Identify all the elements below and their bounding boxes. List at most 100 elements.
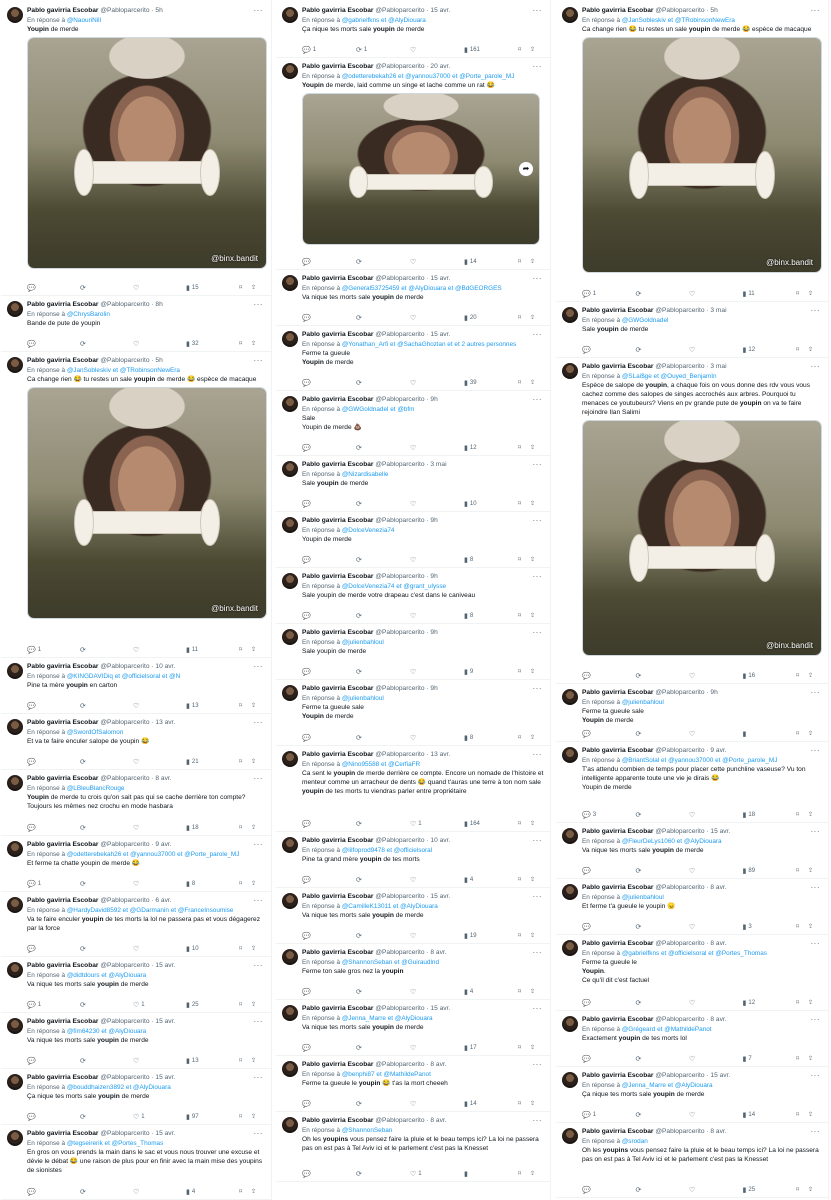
tweet[interactable]: Pablo gavirria Escobar @Pabloparcerito ·… [556,1011,828,1067]
views-button[interactable]: ▮ 19 [464,932,518,940]
tweet-date[interactable]: 5h [155,7,162,14]
views-button[interactable]: ▮ 20 [464,314,518,322]
author-name[interactable]: Pablo gavirria Escobar [27,357,98,364]
mention-link[interactable]: @LBleuBlancRouge [67,785,125,792]
avatar[interactable] [7,962,23,978]
author-name[interactable]: Pablo gavirria Escobar [582,1128,653,1135]
share-icon[interactable]: ⇪ [530,932,542,939]
author-handle[interactable]: @Pabloparcerito [375,7,424,14]
views-button[interactable]: ▮ 4 [464,876,518,884]
share-icon[interactable]: ➦ [519,162,533,176]
reply-button[interactable]: 💬 1 [27,646,80,654]
like-button[interactable]: ♡ [133,758,186,766]
reply-button[interactable]: 💬 3 [582,811,636,819]
views-button[interactable]: ▮ 7 [743,1055,797,1063]
views-button[interactable]: ▮ 9 [464,668,518,676]
bookmark-icon[interactable]: ⌑ [518,820,530,827]
author-handle[interactable]: @Pabloparcerito [655,828,704,835]
tweet-date[interactable]: 9h [430,573,437,580]
like-button[interactable]: ♡ 1 [133,1001,186,1009]
mention-link[interactable]: @gabrielfkns [342,17,379,24]
like-button[interactable]: ♡ [410,988,464,996]
author-name[interactable]: Pablo gavirria Escobar [582,7,653,14]
mention-link[interactable]: @officielsoral [394,847,432,854]
mention-link[interactable]: @NaouriNill [67,17,101,24]
bookmark-icon[interactable]: ⌑ [796,730,808,737]
tweet-date[interactable]: 9 avr. [710,747,726,754]
avatar[interactable] [562,940,578,956]
more-icon[interactable]: ··· [254,896,264,905]
mention-link[interactable]: @SachaGhozlan [397,341,445,348]
author-handle[interactable]: @Pabloparcerito [655,1016,704,1023]
avatar[interactable] [282,629,298,645]
bookmark-icon[interactable]: ⌑ [239,1057,251,1064]
mention-link[interactable]: @FranceInsoumise [178,907,234,914]
like-button[interactable]: ♡ [410,1044,464,1052]
share-icon[interactable]: ⇪ [808,346,820,353]
bookmark-icon[interactable]: ⌑ [239,284,251,291]
tweet[interactable]: Pablo gavirria Escobar @Pabloparcerito ·… [1,1069,271,1125]
reply-button[interactable]: 💬 [302,379,356,387]
mention-link[interactable]: @julienbahloul [622,699,664,706]
views-button[interactable]: ▮ 8 [464,734,518,742]
mention-link[interactable]: @CamilleK13011 [342,903,391,910]
retweet-button[interactable]: ⟳ [356,1100,410,1108]
mention-link[interactable]: @bfm [397,406,414,413]
tweet-date[interactable]: 15 avr. [710,828,730,835]
views-button[interactable]: ▮ 32 [186,340,239,348]
retweet-button[interactable]: ⟳ [356,379,410,387]
tweet[interactable]: Pablo gavirria Escobar @Pabloparcerito ·… [276,512,550,568]
avatar[interactable] [7,841,23,857]
tweet[interactable]: Pablo gavirria Escobar @Pabloparcerito ·… [1,1125,271,1200]
avatar[interactable] [282,751,298,767]
like-button[interactable]: ♡ [689,730,743,738]
more-icon[interactable]: ··· [254,774,264,783]
avatar[interactable] [562,1072,578,1088]
author-name[interactable]: Pablo gavirria Escobar [582,363,653,370]
avatar[interactable] [282,461,298,477]
tweet[interactable]: Pablo gavirria Escobar @Pabloparcerito ·… [556,1067,828,1123]
share-icon[interactable]: ⇪ [530,314,542,321]
author-name[interactable]: Pablo gavirria Escobar [582,307,653,314]
more-icon[interactable]: ··· [254,300,264,309]
author-handle[interactable]: @Pabloparcerito [655,363,704,370]
author-name[interactable]: Pablo gavirria Escobar [302,517,373,524]
retweet-button[interactable]: ⟳ [80,702,133,710]
tweet[interactable]: Pablo gavirria Escobar @Pabloparcerito ·… [276,58,550,270]
like-button[interactable]: ♡ [689,923,743,931]
views-button[interactable]: ▮ 3 [743,923,797,931]
share-icon[interactable]: ⇪ [251,340,263,347]
tweet[interactable]: Pablo gavirria Escobar @Pabloparcerito ·… [556,879,828,935]
mention-link[interactable]: @grant_ulysse [403,583,446,590]
more-icon[interactable]: ··· [533,6,543,15]
mention-link[interactable]: @bouddhaizen3892 [67,1084,124,1091]
mention-link[interactable]: @yannou37000 [668,757,713,764]
author-name[interactable]: Pablo gavirria Escobar [302,1005,373,1012]
tweet[interactable]: Pablo gavirria Escobar @Pabloparcerito ·… [1,957,271,1013]
more-icon[interactable]: ··· [254,1017,264,1026]
author-handle[interactable]: @Pabloparcerito [655,7,704,14]
views-button[interactable]: ▮ 16 [743,672,797,680]
tweet-date[interactable]: 15 avr. [430,893,450,900]
more-icon[interactable]: ··· [533,62,543,71]
views-button[interactable]: ▮ 21 [186,758,239,766]
author-name[interactable]: Pablo gavirria Escobar [27,1130,98,1137]
views-button[interactable]: ▮ [743,730,797,738]
retweet-button[interactable]: ⟳ [356,444,410,452]
share-icon[interactable]: ⇪ [808,1186,820,1193]
mention-link[interactable]: @FleurDeLys1060 [622,838,675,845]
views-button[interactable]: ▮ 18 [743,811,797,819]
views-button[interactable]: ▮ 18 [186,824,239,832]
like-button[interactable]: ♡ [689,999,743,1007]
mention-link[interactable]: @Porte_parole_MJ [459,73,514,80]
avatar[interactable] [282,1117,298,1133]
tweet[interactable]: Pablo gavirria Escobar @Pabloparcerito ·… [1,892,271,957]
share-icon[interactable]: ⇪ [808,1111,820,1118]
like-button[interactable]: ♡ 1 [133,1113,186,1121]
share-icon[interactable]: ⇪ [530,1044,542,1051]
share-icon[interactable]: ⇪ [251,1001,263,1008]
more-icon[interactable]: ··· [533,1060,543,1069]
retweet-button[interactable]: ⟳ [636,346,690,354]
bookmark-icon[interactable]: ⌑ [518,876,530,883]
mention-link[interactable]: @DolceVenezia74 [342,527,395,534]
